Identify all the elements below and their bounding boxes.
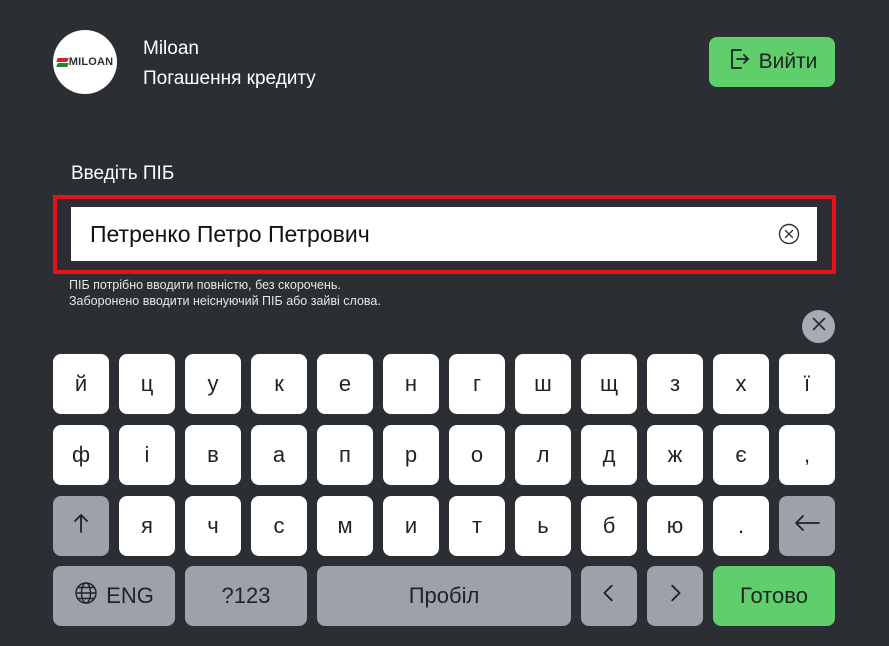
key-letter[interactable]: щ (581, 354, 637, 414)
chevron-right-icon (664, 582, 686, 610)
key-letter[interactable]: р (383, 425, 439, 485)
miloan-logo: MILOAN (53, 30, 117, 94)
close-keyboard-button[interactable] (802, 310, 835, 343)
backspace-arrow-icon (793, 511, 821, 541)
key-letter[interactable]: є (713, 425, 769, 485)
key-letter[interactable]: е (317, 354, 373, 414)
shift-key[interactable] (53, 496, 109, 556)
key-letter[interactable]: б (581, 496, 637, 556)
logo-mark-icon (55, 57, 69, 67)
name-field-label: Введіть ПІБ (71, 163, 175, 184)
language-key-label: ENG (106, 583, 154, 608)
key-letter[interactable]: к (251, 354, 307, 414)
key-letter[interactable]: в (185, 425, 241, 485)
cursor-right-key[interactable] (647, 566, 703, 626)
space-key[interactable]: Пробіл (317, 566, 571, 626)
exit-button-label: Вийти (758, 50, 818, 73)
logout-icon (727, 47, 751, 77)
key-letter[interactable]: ь (515, 496, 571, 556)
key-letter[interactable]: х (713, 354, 769, 414)
key-letter[interactable]: г (449, 354, 505, 414)
key-letter[interactable]: м (317, 496, 373, 556)
backspace-key[interactable] (779, 496, 835, 556)
key-letter[interactable]: д (581, 425, 637, 485)
key-letter[interactable]: с (251, 496, 307, 556)
key-letter[interactable]: п (317, 425, 373, 485)
key-letter[interactable]: т (449, 496, 505, 556)
shift-arrow-icon (69, 511, 93, 541)
globe-icon (74, 581, 98, 611)
language-key[interactable]: ENG (53, 566, 175, 626)
key-letter[interactable]: ю (647, 496, 703, 556)
brand-name: Miloan (143, 38, 199, 59)
key-letter[interactable]: у (185, 354, 241, 414)
logo-text: MILOAN (68, 56, 114, 68)
cursor-left-key[interactable] (581, 566, 637, 626)
key-letter[interactable]: а (251, 425, 307, 485)
key-letter[interactable]: н (383, 354, 439, 414)
key-letter[interactable]: з (647, 354, 703, 414)
key-letter[interactable]: . (713, 496, 769, 556)
key-letter[interactable]: й (53, 354, 109, 414)
key-letter[interactable]: о (449, 425, 505, 485)
chevron-left-icon (598, 582, 620, 610)
symbols-key[interactable]: ?123 (185, 566, 307, 626)
exit-button[interactable]: Вийти (709, 37, 835, 87)
hint-text-2: Заборонено вводити неіснуючий ПІБ або за… (69, 294, 381, 308)
done-key[interactable]: Готово (713, 566, 835, 626)
key-letter[interactable]: ж (647, 425, 703, 485)
clear-input-icon[interactable] (778, 223, 800, 245)
key-letter[interactable]: ц (119, 354, 175, 414)
key-letter[interactable]: ч (185, 496, 241, 556)
full-name-input[interactable] (71, 207, 761, 261)
name-field-container (71, 207, 817, 261)
key-letter[interactable]: , (779, 425, 835, 485)
close-icon (810, 315, 828, 338)
hint-text-1: ПІБ потрібно вводити повністю, без скоро… (69, 278, 341, 292)
key-letter[interactable]: л (515, 425, 571, 485)
key-letter[interactable]: ї (779, 354, 835, 414)
key-letter[interactable]: ш (515, 354, 571, 414)
key-letter[interactable]: я (119, 496, 175, 556)
key-letter[interactable]: и (383, 496, 439, 556)
page-subtitle: Погашення кредиту (143, 68, 316, 89)
key-letter[interactable]: ф (53, 425, 109, 485)
key-letter[interactable]: і (119, 425, 175, 485)
